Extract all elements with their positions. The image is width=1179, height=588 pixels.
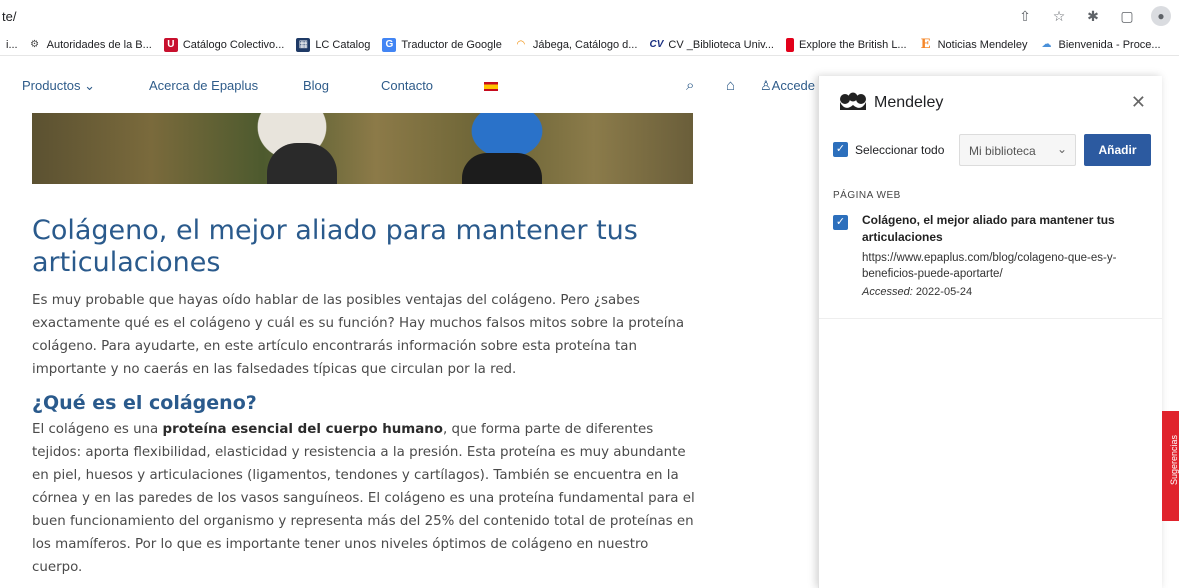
cloud-icon: ☁ [1041, 39, 1052, 50]
library-select-value: Mi biblioteca [969, 144, 1036, 158]
panel-header: Mendeley ✕ [819, 76, 1162, 126]
british-library-icon [786, 37, 794, 52]
google-translate-icon: G [382, 37, 397, 52]
bookmarks-bar: i... ⚙ Autoridades de la B... U Catálogo… [0, 34, 1179, 56]
mendeley-logo-icon [840, 92, 866, 110]
nav-acerca[interactable]: Acerca de Epaplus [149, 78, 258, 93]
bookmark-item[interactable]: ☁ Bienvenida - Proce... [1039, 38, 1160, 52]
item-url: https://www.epaplus.com/blog/colageno-qu… [862, 252, 1117, 280]
accessed-label: Accessed: [862, 286, 913, 298]
ccpb-icon: U [163, 37, 178, 52]
sugerencias-label: Sugerencias [1169, 434, 1179, 486]
cart-icon[interactable]: ⌂ [726, 77, 735, 94]
account-link[interactable]: ♙Accede [760, 78, 815, 94]
nav-productos-label: Productos [22, 78, 81, 93]
bookmark-label: LC Catalog [315, 38, 371, 51]
browser-toolbar-icons: ⇧ ☆ ✱ ▢ ● [1015, 6, 1171, 26]
nav-productos[interactable]: Productos ⌄ [22, 78, 95, 94]
select-all-label[interactable]: Seleccionar todo [855, 143, 944, 157]
bookmark-item[interactable]: ⚙ Autoridades de la B... [28, 38, 152, 52]
cv-icon: CV [649, 39, 664, 50]
bookmark-label: Explore the British L... [799, 38, 907, 51]
bne-icon: ⚙ [30, 39, 40, 50]
lc-icon: ▦ [296, 37, 311, 52]
account-label: Accede [771, 78, 816, 93]
item-title: Colágeno, el mejor aliado para mantener … [862, 213, 1115, 244]
close-icon[interactable]: ✕ [1131, 92, 1146, 113]
section-label: PÁGINA WEB [833, 190, 901, 201]
item-accessed: Accessed: 2022-05-24 [862, 286, 972, 298]
bookmark-label: Jábega, Catálogo d... [532, 38, 638, 51]
article-body: El colágeno es una proteína esencial del… [32, 418, 697, 579]
browser-window: te/ ⇧ ☆ ✱ ▢ ● i... ⚙ Autoridades de la B… [0, 0, 1179, 588]
hero-image [32, 113, 693, 184]
elsevier-icon: E [920, 37, 931, 52]
spain-flag-icon[interactable] [484, 82, 498, 91]
select-all-checkbox[interactable]: ✓ [833, 142, 848, 157]
bookmark-label: Traductor de Google [401, 38, 502, 51]
body-text: , que forma parte de diferentes tejidos:… [32, 422, 695, 575]
article: Colágeno, el mejor aliado para mantener … [32, 215, 697, 579]
bookmark-label: Catálogo Colectivo... [182, 38, 285, 51]
bookmark-label: Autoridades de la B... [46, 38, 152, 51]
bookmark-item[interactable]: U Catálogo Colectivo... [163, 37, 285, 52]
bookmark-overflow[interactable]: i... [6, 39, 18, 51]
bookmark-item[interactable]: ◠ Jábega, Catálogo d... [514, 38, 638, 52]
address-bar[interactable]: te/ ⇧ ☆ ✱ ▢ ● [0, 0, 1179, 34]
runner-legs [462, 153, 542, 184]
mendeley-panel: Mendeley ✕ ✓ Seleccionar todo Mi bibliot… [818, 76, 1162, 588]
user-icon: ♙ [760, 78, 772, 93]
body-bold-text: proteína esencial del cuerpo humano [162, 422, 443, 437]
accessed-date: 2022-05-24 [915, 286, 973, 298]
panel-title: Mendeley [874, 94, 944, 111]
bookmark-item[interactable]: Explore the British L... [786, 37, 907, 52]
nav-blog[interactable]: Blog [303, 78, 329, 93]
panel-toolbar: ✓ Seleccionar todo Mi biblioteca ⌄ Añadi… [833, 134, 1151, 168]
chevron-down-icon: ⌄ [84, 78, 96, 93]
bookmark-label: Noticias Mendeley [937, 38, 1028, 51]
section-heading: ¿Qué es el colágeno? [32, 392, 257, 414]
bookmark-item[interactable]: ▦ LC Catalog [296, 37, 371, 52]
bookmark-item[interactable]: CV CV _Biblioteca Univ... [649, 38, 774, 52]
article-intro: Es muy probable que hayas oído hablar de… [32, 293, 685, 377]
extensions-icon[interactable]: ✱ [1083, 6, 1103, 26]
share-icon[interactable]: ⇧ [1015, 6, 1035, 26]
reference-item[interactable]: ✓ Colágeno, el mejor aliado para mantene… [833, 212, 1151, 322]
article-title: Colágeno, el mejor aliado para mantener … [32, 215, 638, 278]
bookmark-label: Bienvenida - Proce... [1058, 38, 1161, 51]
url-text[interactable]: te/ [2, 9, 16, 24]
nav-contacto[interactable]: Contacto [381, 78, 433, 93]
item-checkbox[interactable]: ✓ [833, 215, 848, 230]
bookmark-label: CV _Biblioteca Univ... [668, 38, 774, 51]
bookmark-item[interactable]: E Noticias Mendeley [919, 37, 1028, 52]
add-button[interactable]: Añadir [1084, 134, 1151, 166]
jabega-icon: ◠ [516, 39, 525, 50]
divider [819, 318, 1162, 319]
side-panel-icon[interactable]: ▢ [1117, 6, 1137, 26]
bookmark-item[interactable]: G Traductor de Google [382, 37, 502, 52]
search-icon[interactable]: ⌕ [686, 77, 694, 94]
body-text: El colágeno es una [32, 422, 163, 437]
star-icon[interactable]: ☆ [1049, 6, 1069, 26]
library-select[interactable]: Mi biblioteca ⌄ [959, 134, 1076, 166]
chevron-down-icon: ⌄ [1056, 142, 1067, 156]
profile-avatar-icon[interactable]: ● [1151, 6, 1171, 26]
